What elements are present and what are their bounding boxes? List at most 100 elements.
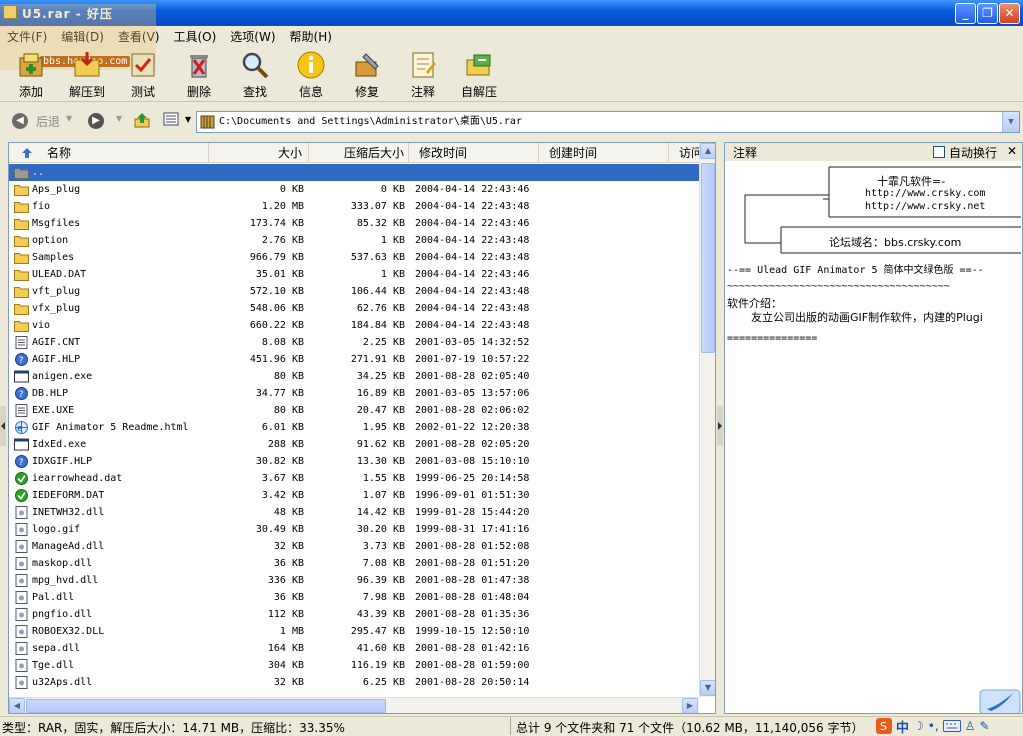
column-name[interactable]: 名称 — [9, 143, 209, 163]
repair-button[interactable]: 修复 — [339, 50, 395, 100]
autowrap-checkbox[interactable] — [933, 146, 945, 158]
user-icon[interactable]: ♙ — [965, 719, 976, 733]
up-folder-icon[interactable] — [133, 111, 151, 129]
comment-button[interactable]: 注释 — [395, 50, 451, 100]
file-size: 30.82 KB — [255, 456, 304, 467]
forward-icon[interactable]: ▶ — [88, 113, 104, 129]
file-row[interactable]: ? IDXGIF.HLP 30.82 KB 13.30 KB 2001-03-08 15… — [9, 453, 699, 470]
add-button[interactable]: 添加 — [3, 50, 59, 100]
file-row[interactable]: fio 1.20 MB 333.07 KB 2004-04-14 22:43:48 — [9, 198, 699, 215]
file-row[interactable]: option 2.76 KB 1 KB 2004-04-14 22:43:48 — [9, 232, 699, 249]
file-modified: 1999-01-28 15:44:20 — [415, 507, 530, 518]
tools-icon[interactable]: ✎ — [979, 719, 989, 733]
file-row[interactable]: ? AGIF.HLP 451.96 KB 271.91 KB 2001-07-19 10… — [9, 351, 699, 368]
file-size: 6.01 KB — [261, 422, 304, 433]
file-row[interactable]: u32Aps.dll 32 KB 6.25 KB 2001-08-28 20:50:1… — [9, 674, 699, 691]
file-packed-size: 271.91 KB — [350, 354, 405, 365]
file-row[interactable]: ROBOEX32.DLL 1 MB 295.47 KB 1999-10-15 12:5… — [9, 623, 699, 640]
menu-help[interactable]: 帮助(H) — [283, 28, 339, 45]
back-dropdown-icon[interactable]: ▼ — [66, 114, 72, 123]
file-modified: 2004-04-14 22:43:48 — [415, 303, 530, 314]
scroll-right-icon[interactable]: ▶ — [682, 698, 698, 713]
test-button[interactable]: 测试 — [115, 50, 171, 100]
back-icon[interactable]: ◀ — [12, 113, 28, 129]
column-size[interactable]: 大小 — [209, 143, 309, 163]
scroll-up-icon[interactable]: ▲ — [700, 143, 715, 159]
file-row[interactable]: e GIF Animator 5 Readme.html 6.01 KB 1.95 K… — [9, 419, 699, 436]
status-archive-info: 类型：RAR，固实，解压后大小：14.71 MB，压缩比：33.35% — [2, 721, 345, 735]
right-collapse-icon[interactable] — [717, 406, 723, 446]
file-row[interactable]: AGIF.CNT 8.08 KB 2.25 KB 2001-03-05 14:32:5… — [9, 334, 699, 351]
horizontal-scrollbar[interactable]: ◀ ▶ — [9, 697, 699, 713]
file-row[interactable]: Msgfiles 173.74 KB 85.32 KB 2004-04-14 22:4… — [9, 215, 699, 232]
file-row[interactable]: ? DB.HLP 34.77 KB 16.89 KB 2001-03-05 13:57:… — [9, 385, 699, 402]
ime-mode-label[interactable]: 中 — [896, 717, 909, 736]
forward-dropdown-icon[interactable]: ▼ — [116, 114, 122, 123]
file-modified: 2001-08-28 20:50:14 — [415, 677, 530, 688]
menu-bar: 文件(F) 编辑(D) 查看(V) 工具(O) 选项(W) 帮助(H) — [0, 26, 1023, 46]
sogou-ime-icon[interactable]: S — [876, 718, 892, 734]
parent-row[interactable]: .. — [9, 164, 699, 181]
file-size: 164 KB — [267, 643, 304, 654]
view-mode-dropdown-icon[interactable]: ▼ — [185, 115, 191, 124]
menu-file[interactable]: 文件(F) — [0, 28, 54, 45]
dll-file-icon — [15, 523, 28, 536]
column-modified[interactable]: 修改时间 — [409, 143, 539, 163]
file-name: u32Aps.dll — [32, 677, 93, 688]
menu-options[interactable]: 选项(W) — [223, 28, 282, 45]
menu-tools[interactable]: 工具(O) — [166, 28, 223, 45]
scroll-down-icon[interactable]: ▼ — [700, 680, 715, 696]
dll-file-icon — [15, 659, 28, 672]
file-row[interactable]: mpg_hvd.dll 336 KB 96.39 KB 2001-08-28 01:4… — [9, 572, 699, 589]
delete-button[interactable]: 删除 — [171, 50, 227, 100]
file-name: anigen.exe — [32, 371, 93, 382]
path-field[interactable]: C:\Documents and Settings\Administrator\… — [196, 111, 1020, 133]
file-row[interactable]: maskop.dll 36 KB 7.08 KB 2001-08-28 01:51:2… — [9, 555, 699, 572]
file-row[interactable]: sepa.dll 164 KB 41.60 KB 2001-08-28 01:42:1… — [9, 640, 699, 657]
file-row[interactable]: IEDEFORM.DAT 3.42 KB 1.07 KB 1996-09-01 01:… — [9, 487, 699, 504]
file-row[interactable]: Aps_plug 0 KB 0 KB 2004-04-14 22:43:46 — [9, 181, 699, 198]
punctuation-icon[interactable]: •, — [928, 719, 939, 733]
file-row[interactable]: Samples 966.79 KB 537.63 KB 2004-04-14 22:4… — [9, 249, 699, 266]
info-button[interactable]: 信息 — [283, 50, 339, 100]
file-row[interactable]: logo.gif 30.49 KB 30.20 KB 1999-08-31 17:41… — [9, 521, 699, 538]
file-row[interactable]: iearrowhead.dat 3.67 KB 1.55 KB 1999-06-25 … — [9, 470, 699, 487]
file-row[interactable]: anigen.exe 80 KB 34.25 KB 2001-08-28 02:05:… — [9, 368, 699, 385]
file-row[interactable]: vft_plug 572.10 KB 106.44 KB 2004-04-14 22:… — [9, 283, 699, 300]
vertical-scroll-thumb[interactable] — [701, 163, 715, 353]
soft-keyboard-icon[interactable] — [942, 720, 961, 732]
back-button[interactable]: 后退 — [36, 113, 60, 130]
comment-close-icon[interactable]: ✕ — [1007, 144, 1017, 158]
file-row[interactable]: EXE.UXE 80 KB 20.47 KB 2001-08-28 02:06:02 — [9, 402, 699, 419]
file-row[interactable]: Tge.dll 304 KB 116.19 KB 2001-08-28 01:59:0… — [9, 657, 699, 674]
file-packed-size: 43.39 KB — [356, 609, 405, 620]
file-size: 80 KB — [273, 405, 304, 416]
file-row[interactable]: vfx_plug 548.06 KB 62.76 KB 2004-04-14 22:4… — [9, 300, 699, 317]
file-row[interactable]: vio 660.22 KB 184.84 KB 2004-04-14 22:43:48 — [9, 317, 699, 334]
file-row[interactable]: ULEAD.DAT 35.01 KB 1 KB 2004-04-14 22:43:46 — [9, 266, 699, 283]
menu-view[interactable]: 查看(V) — [111, 28, 167, 45]
file-row[interactable]: IdxEd.exe 288 KB 91.62 KB 2001-08-28 02:05:… — [9, 436, 699, 453]
sfx-button[interactable]: 自解压 — [451, 50, 507, 100]
column-created[interactable]: 创建时间 — [539, 143, 669, 163]
file-row[interactable]: INETWH32.dll 48 KB 14.42 KB 1999-01-28 15:4… — [9, 504, 699, 521]
vertical-scrollbar[interactable]: ▲ ▼ — [699, 143, 715, 697]
view-mode-icon[interactable] — [163, 112, 181, 128]
half-width-icon[interactable]: ☽ — [913, 719, 924, 733]
maximize-button[interactable]: ❐ — [977, 3, 998, 24]
floating-helper-icon[interactable] — [979, 689, 1021, 714]
extract-to-button[interactable]: 解压到 — [59, 50, 115, 100]
file-name: Tge.dll — [32, 660, 75, 671]
horizontal-scroll-thumb[interactable] — [26, 699, 386, 713]
scroll-left-icon[interactable]: ◀ — [9, 698, 25, 713]
left-collapse-icon[interactable] — [0, 406, 6, 446]
file-row[interactable]: Pal.dll 36 KB 7.98 KB 2001-08-28 01:48:04 — [9, 589, 699, 606]
minimize-button[interactable]: _ — [955, 3, 976, 24]
close-button[interactable]: ✕ — [999, 3, 1020, 24]
file-row[interactable]: pngfio.dll 112 KB 43.39 KB 2001-08-28 01:35… — [9, 606, 699, 623]
menu-edit[interactable]: 编辑(D) — [54, 28, 111, 45]
find-button[interactable]: 查找 — [227, 50, 283, 100]
file-row[interactable]: ManageAd.dll 32 KB 3.73 KB 2001-08-28 01:52… — [9, 538, 699, 555]
column-packed[interactable]: 压缩后大小 — [309, 143, 409, 163]
path-dropdown-icon[interactable]: ▼ — [1002, 112, 1019, 132]
